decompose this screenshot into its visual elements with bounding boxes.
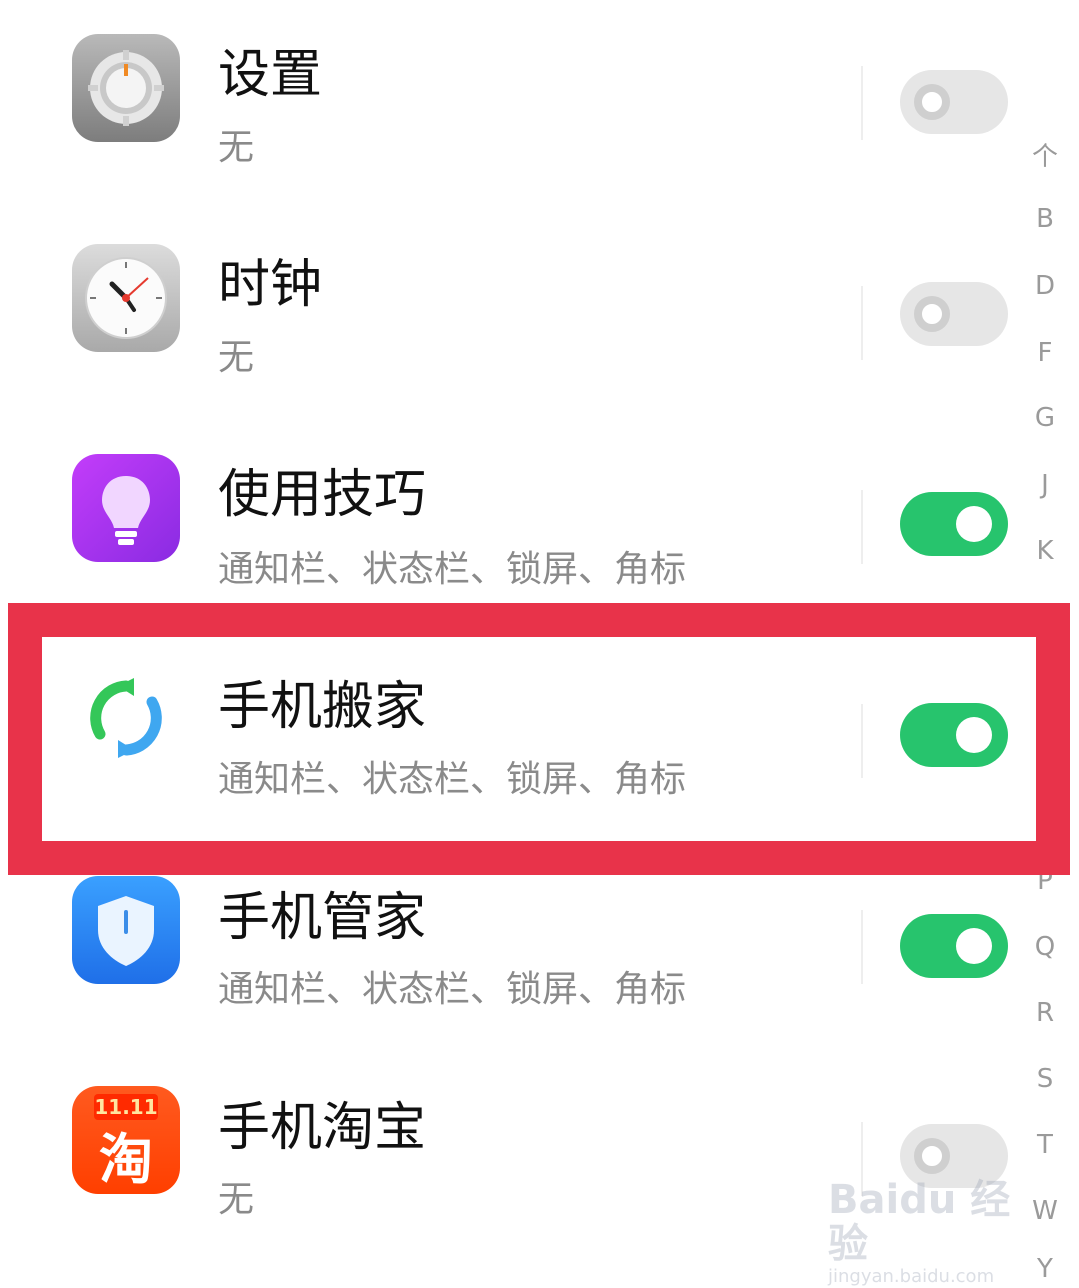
alpha-index-letter[interactable]: S bbox=[1022, 1064, 1068, 1094]
alpha-index-letter[interactable]: J bbox=[1022, 470, 1068, 500]
alpha-index-letter[interactable]: 个 bbox=[1022, 136, 1068, 173]
alpha-index-letter[interactable]: K bbox=[1022, 536, 1068, 566]
app-permission-summary: 无 bbox=[218, 337, 255, 378]
notification-toggle[interactable] bbox=[900, 70, 1008, 134]
alpha-index-letter[interactable]: B bbox=[1022, 204, 1068, 234]
app-name: 手机管家 bbox=[218, 888, 427, 948]
app-name: 手机淘宝 bbox=[218, 1098, 427, 1158]
alpha-index-letter[interactable]: F bbox=[1022, 338, 1068, 368]
taobao-icon: 11.11 淘 bbox=[72, 1086, 180, 1194]
divider bbox=[861, 1122, 863, 1196]
divider bbox=[861, 704, 863, 778]
svg-text:11.11: 11.11 bbox=[94, 1095, 157, 1119]
lightbulb-icon bbox=[72, 454, 180, 562]
alphabet-index-bar[interactable]: 个 B D F G J K P Q R S T W Y bbox=[1022, 128, 1068, 1288]
divider bbox=[861, 286, 863, 360]
app-name: 时钟 bbox=[218, 255, 323, 315]
notification-toggle[interactable] bbox=[900, 914, 1008, 978]
alpha-index-letter[interactable]: R bbox=[1022, 998, 1068, 1028]
phone-clone-sync-icon bbox=[72, 664, 180, 772]
clock-icon bbox=[72, 244, 180, 352]
app-row-settings[interactable]: 设置 无 bbox=[0, 0, 1030, 210]
alpha-index-letter[interactable]: D bbox=[1022, 271, 1068, 301]
app-name: 手机搬家 bbox=[218, 677, 427, 737]
notification-toggle[interactable] bbox=[900, 703, 1008, 767]
alpha-index-letter[interactable]: T bbox=[1022, 1130, 1068, 1160]
notification-toggle[interactable] bbox=[900, 492, 1008, 556]
app-name: 使用技巧 bbox=[218, 465, 427, 525]
alpha-index-letter[interactable]: P bbox=[1022, 866, 1068, 896]
toggle-knob bbox=[914, 296, 950, 332]
alpha-index-letter[interactable]: G bbox=[1022, 403, 1068, 433]
app-row-taobao[interactable]: 11.11 淘 手机淘宝 无 bbox=[0, 1050, 1030, 1260]
alpha-index-letter[interactable]: Y bbox=[1022, 1254, 1068, 1284]
app-row-clock[interactable]: 时钟 无 bbox=[0, 210, 1030, 420]
toggle-knob bbox=[914, 1138, 950, 1174]
watermark-url: jingyan.baidu.com bbox=[828, 1266, 995, 1287]
app-permission-summary: 无 bbox=[218, 1179, 255, 1220]
toggle-knob bbox=[956, 928, 992, 964]
app-row-phone-manager[interactable]: 手机管家 通知栏、状态栏、锁屏、角标 bbox=[0, 840, 1030, 1050]
divider bbox=[861, 66, 863, 140]
app-permission-summary: 无 bbox=[218, 127, 255, 168]
toggle-knob bbox=[956, 506, 992, 542]
notification-toggle[interactable] bbox=[900, 282, 1008, 346]
settings-gear-icon bbox=[72, 34, 180, 142]
divider bbox=[861, 910, 863, 984]
notification-toggle[interactable] bbox=[900, 1124, 1008, 1188]
toggle-knob bbox=[956, 717, 992, 753]
app-permission-summary: 通知栏、状态栏、锁屏、角标 bbox=[218, 759, 687, 800]
alpha-index-letter[interactable]: W bbox=[1022, 1196, 1068, 1226]
shield-icon bbox=[72, 876, 180, 984]
app-name: 设置 bbox=[218, 45, 323, 105]
app-row-tips[interactable]: 使用技巧 通知栏、状态栏、锁屏、角标 bbox=[0, 420, 1030, 630]
svg-text:淘: 淘 bbox=[99, 1128, 153, 1191]
divider bbox=[861, 490, 863, 564]
toggle-knob bbox=[914, 84, 950, 120]
alpha-index-letter[interactable]: Q bbox=[1022, 932, 1068, 962]
app-row-phone-clone[interactable]: 手机搬家 通知栏、状态栏、锁屏、角标 bbox=[0, 630, 1030, 840]
app-permission-summary: 通知栏、状态栏、锁屏、角标 bbox=[218, 549, 687, 590]
app-permission-summary: 通知栏、状态栏、锁屏、角标 bbox=[218, 969, 687, 1010]
